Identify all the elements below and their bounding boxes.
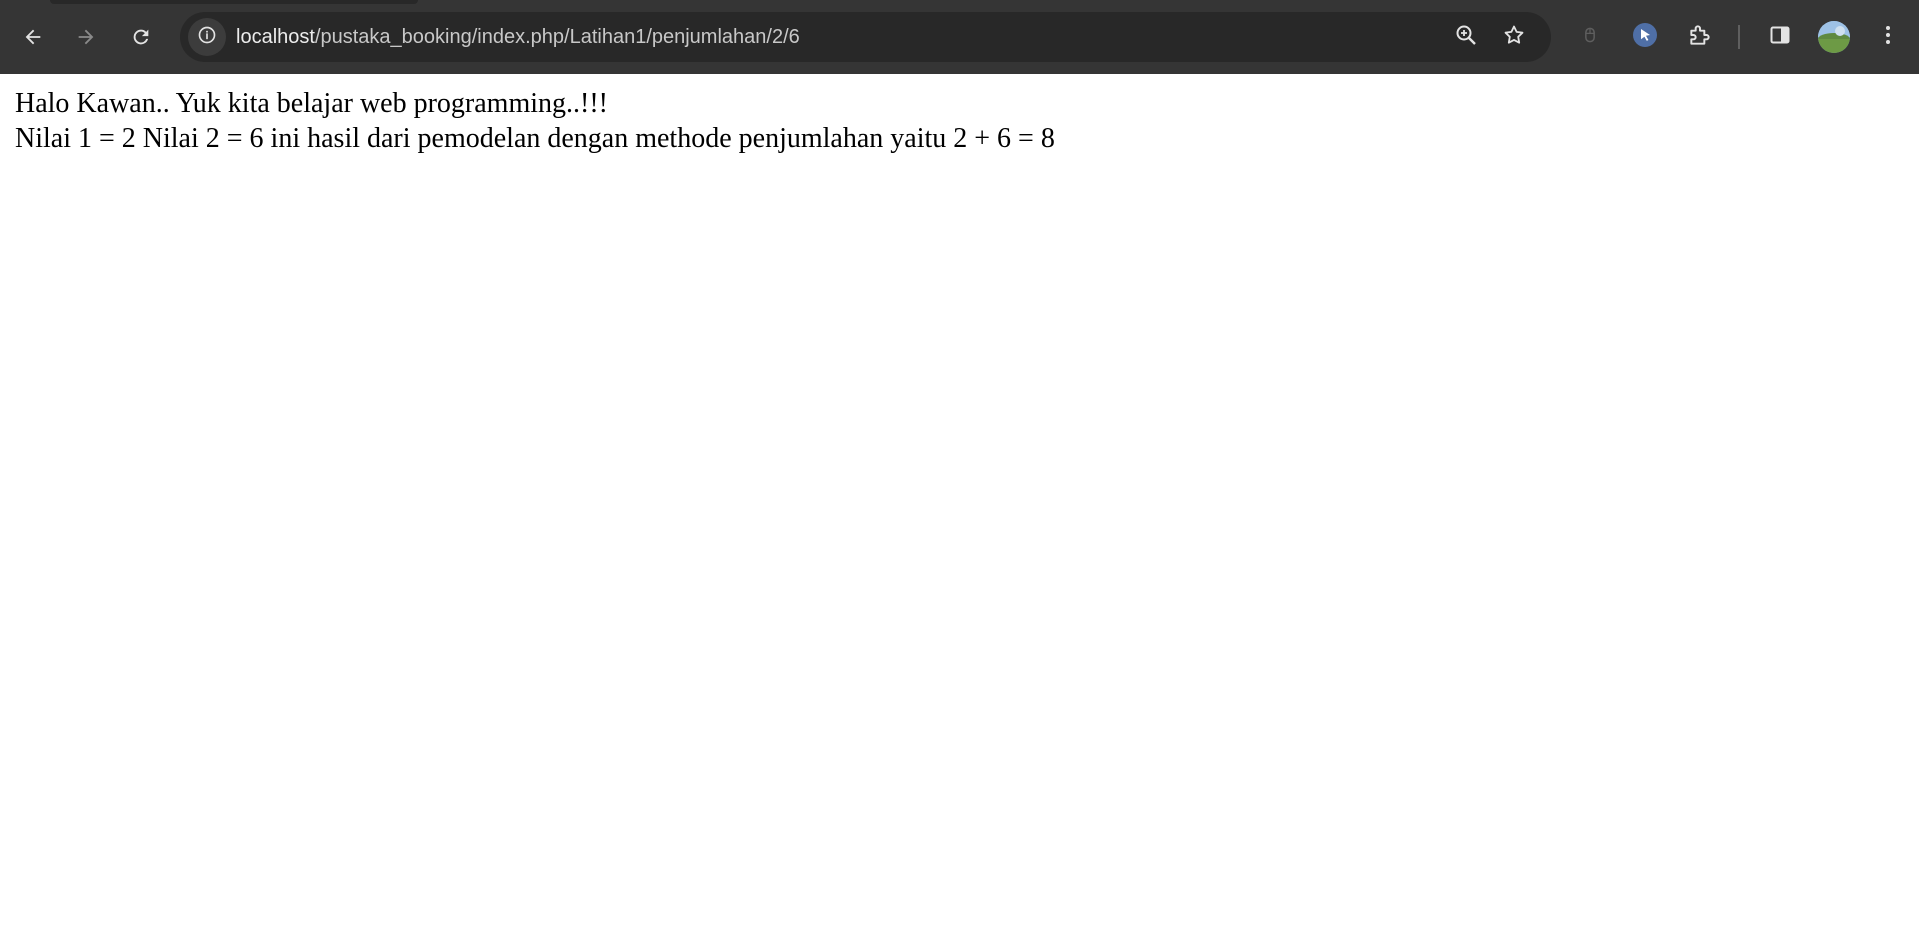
extension-button-2[interactable] <box>1627 19 1663 55</box>
reload-icon <box>130 26 152 48</box>
bookmark-button[interactable] <box>1498 21 1530 53</box>
page-content: Halo Kawan.. Yuk kita belajar web progra… <box>15 86 1055 156</box>
url-text[interactable]: localhost/pustaka_booking/index.php/Lati… <box>236 12 800 62</box>
url-host: localhost <box>236 26 315 48</box>
active-tab-edge <box>50 0 418 4</box>
zoom-button[interactable] <box>1450 21 1482 53</box>
site-info-button[interactable] <box>188 18 226 56</box>
toolbar-separator <box>1738 25 1740 49</box>
info-icon <box>197 25 217 50</box>
back-button[interactable] <box>13 17 53 57</box>
address-bar[interactable]: localhost/pustaka_booking/index.php/Lati… <box>180 12 1551 62</box>
avatar[interactable] <box>1818 21 1850 53</box>
extensions-button[interactable] <box>1682 19 1718 55</box>
zoom-icon <box>1454 23 1478 52</box>
side-panel-button[interactable] <box>1762 19 1798 55</box>
forward-arrow-icon <box>75 26 97 48</box>
mouse-icon <box>1580 25 1600 50</box>
puzzle-icon <box>1687 22 1713 53</box>
browser-menu-button[interactable] <box>1870 19 1906 55</box>
reload-button[interactable] <box>121 17 161 57</box>
greeting-text: Halo Kawan.. Yuk kita belajar web progra… <box>15 88 608 119</box>
result-text: Nilai 1 = 2 Nilai 2 = 6 ini hasil dari p… <box>15 123 1055 154</box>
browser-toolbar: localhost/pustaka_booking/index.php/Lati… <box>0 0 1919 74</box>
forward-button[interactable] <box>66 17 106 57</box>
extension-button-1[interactable] <box>1572 19 1608 55</box>
back-arrow-icon <box>22 26 44 48</box>
star-icon <box>1502 23 1526 52</box>
side-panel-icon <box>1768 23 1792 52</box>
kebab-menu-icon <box>1876 23 1900 52</box>
cursor-icon <box>1631 21 1659 54</box>
url-path: /pustaka_booking/index.php/Latihan1/penj… <box>314 26 800 48</box>
